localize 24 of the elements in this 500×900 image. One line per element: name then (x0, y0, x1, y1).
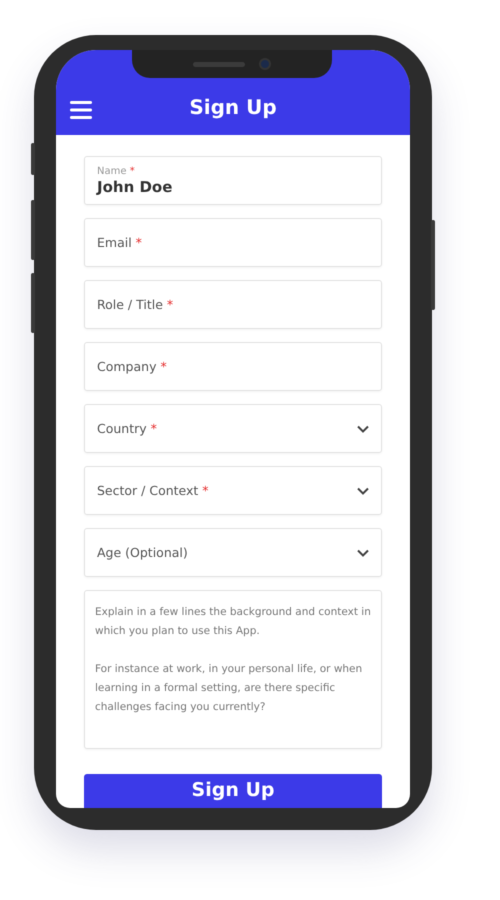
dropdown-field[interactable]: Country * (84, 404, 382, 453)
field-label: Sector / Context * (97, 483, 209, 498)
field-label: Email * (97, 235, 142, 250)
input-field[interactable]: Email * (84, 218, 382, 267)
chevron-down-icon (357, 486, 369, 494)
chevron-down-icon (357, 424, 369, 432)
input-field[interactable]: Name * John Doe (84, 156, 382, 205)
field-label: Company * (97, 359, 167, 374)
field-label: Role / Title * (97, 297, 174, 312)
input-field[interactable]: Company * (84, 342, 382, 391)
field-value: John Doe (97, 178, 172, 196)
dropdown-field[interactable]: Age (Optional) (84, 528, 382, 577)
screen-title: Sign Up (188, 95, 278, 119)
menu-icon[interactable] (70, 101, 92, 119)
field-label: Age (Optional) (97, 545, 188, 560)
field-label: Name * (97, 166, 136, 176)
speaker-grille (193, 62, 245, 66)
chevron-down-icon (357, 548, 369, 556)
dropdown-field[interactable]: Sector / Context * (84, 466, 382, 515)
field-label: Country * (97, 421, 157, 436)
input-field[interactable]: Role / Title * (84, 280, 382, 329)
sign-up-button[interactable]: Sign Up (84, 774, 382, 808)
description-field[interactable]: Explain in a few lines the background and context in which you plan to use this App. For instance at work, in your personal life, or when learning in a formal setting, are there specific challenges facing you currently? (84, 590, 382, 749)
camera-lens (259, 58, 271, 70)
